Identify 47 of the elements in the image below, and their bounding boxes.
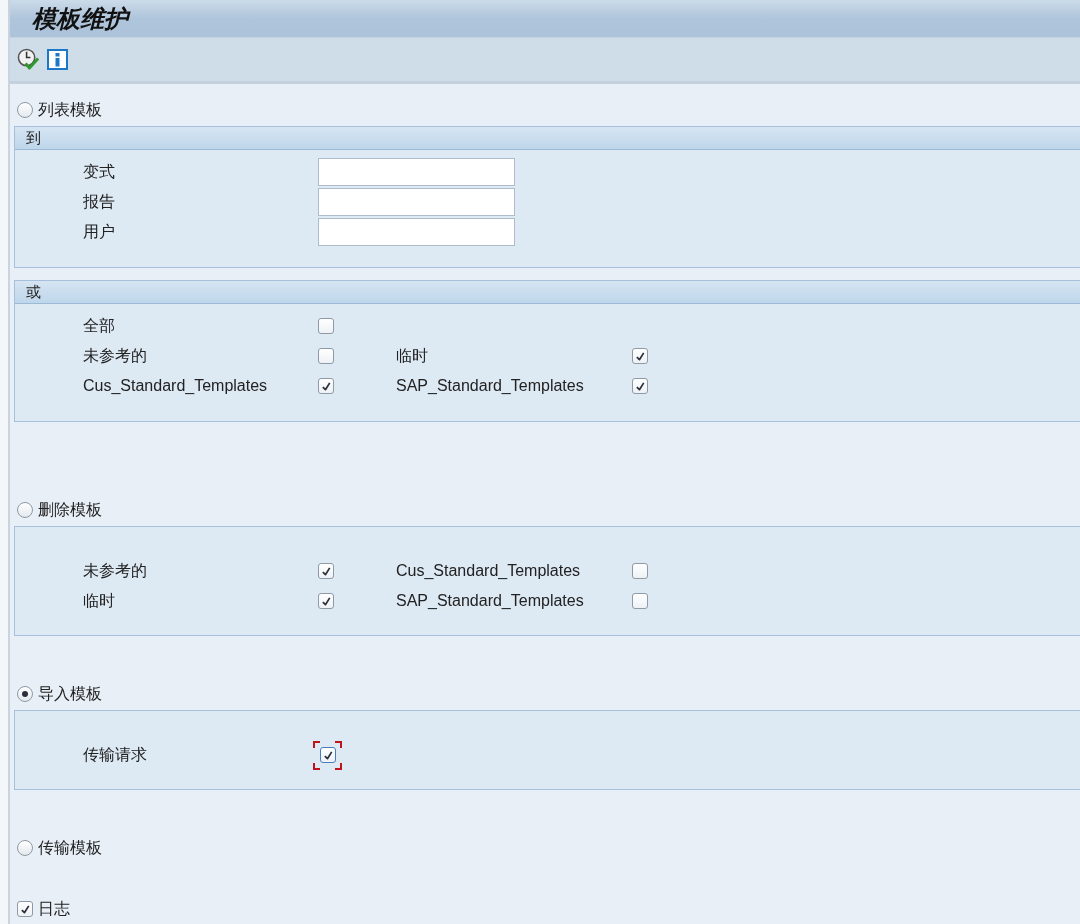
- field-label: SAP_Standard_Templates: [396, 591, 584, 611]
- field-label: 临时: [396, 346, 428, 366]
- field-label: Cus_Standard_Templates: [396, 561, 581, 581]
- option-label: 列表模板: [38, 100, 102, 120]
- tick-icon: [322, 597, 331, 606]
- field-label: 变式: [83, 162, 115, 182]
- tick-icon: [322, 567, 331, 576]
- field-label: 用户: [83, 222, 115, 242]
- radio-button[interactable]: [17, 686, 33, 702]
- field-label: 临时: [83, 591, 115, 611]
- checkbox[interactable]: [319, 747, 336, 763]
- checkbox[interactable]: [318, 378, 334, 394]
- group-title: 或: [26, 281, 41, 302]
- info-icon[interactable]: [47, 49, 68, 70]
- input-field[interactable]: [318, 218, 515, 246]
- option-label: 删除模板: [38, 500, 102, 520]
- tick-icon: [21, 905, 30, 914]
- option-label: 日志: [38, 899, 70, 919]
- tick-icon: [636, 352, 645, 361]
- field-label: 传输请求: [83, 745, 147, 765]
- field-label: SAP_Standard_Templates: [396, 376, 584, 396]
- checkbox[interactable]: [632, 563, 648, 579]
- tick-icon: [323, 751, 333, 760]
- field-label: 报告: [83, 192, 115, 212]
- checkbox[interactable]: [632, 348, 648, 364]
- tick-icon: [322, 382, 331, 391]
- field-label: 未参考的: [83, 561, 147, 581]
- group-title: 到: [26, 127, 41, 148]
- tick-icon: [636, 382, 645, 391]
- checkbox[interactable]: [318, 593, 334, 609]
- input-field[interactable]: [318, 158, 515, 186]
- input-field[interactable]: [318, 188, 515, 216]
- clock-check-icon[interactable]: [17, 48, 40, 71]
- checkbox[interactable]: [632, 378, 648, 394]
- radio-button[interactable]: [17, 502, 33, 518]
- checkbox[interactable]: [318, 348, 334, 364]
- field-label: Cus_Standard_Templates: [83, 376, 268, 396]
- field-label: 未参考的: [83, 346, 147, 366]
- option-label: 传输模板: [38, 838, 102, 858]
- field-label: 全部: [83, 316, 115, 336]
- checkbox[interactable]: [632, 593, 648, 609]
- checkbox[interactable]: [318, 318, 334, 334]
- radio-button[interactable]: [17, 840, 33, 856]
- checkbox[interactable]: [17, 901, 33, 917]
- option-label: 导入模板: [38, 684, 102, 704]
- checkbox[interactable]: [318, 563, 334, 579]
- radio-button[interactable]: [17, 102, 33, 118]
